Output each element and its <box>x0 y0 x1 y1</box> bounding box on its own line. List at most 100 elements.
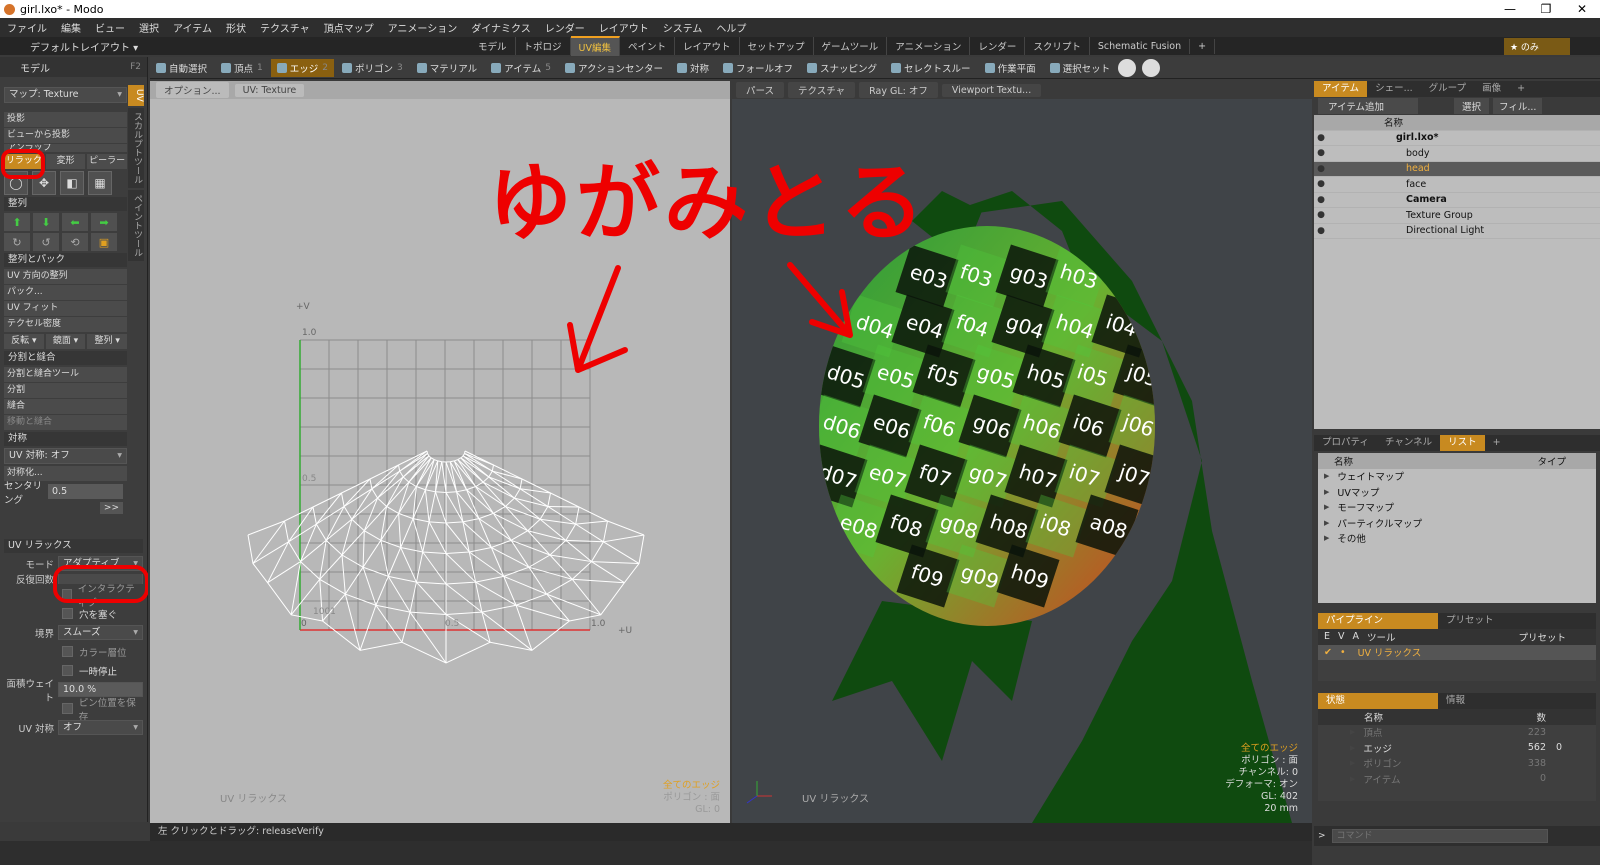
work-plane-button[interactable]: 作業平面 <box>979 59 1042 77</box>
origin-tick: 0 <box>301 619 307 629</box>
close-button[interactable]: ✕ <box>1564 0 1600 18</box>
eye-icon[interactable]: ● <box>1314 226 1328 236</box>
select-through-button[interactable]: セレクトスルー <box>885 59 977 77</box>
list-item-morph-map[interactable]: ▶ モーフマップ <box>1318 500 1596 516</box>
maximize-button[interactable]: ❐ <box>1528 0 1564 18</box>
mesh-edge <box>424 489 430 522</box>
edge-mode-button[interactable]: エッジ 2 <box>270 58 335 77</box>
tab-preset[interactable]: プリセット <box>1438 613 1502 629</box>
stats-row[interactable]: ▶ ポリゴン 338 <box>1318 756 1596 772</box>
tab-layout[interactable]: レイアウト <box>675 37 740 55</box>
tab-model[interactable]: モデル <box>470 37 516 55</box>
list-item-particle-map[interactable]: ▶ パーティクルマップ <box>1318 515 1596 531</box>
tab-properties[interactable]: プロパティ <box>1314 435 1377 451</box>
tree-row[interactable]: ● head <box>1314 161 1600 177</box>
select-button[interactable]: 選択 <box>1454 98 1490 114</box>
item-mode-button[interactable]: アイテム 5 <box>485 59 557 77</box>
command-input[interactable] <box>1331 829 1548 843</box>
action-center-button[interactable]: アクションセンター <box>559 59 669 77</box>
items-tabs: アイテム シェー... グループ 画像 + <box>1314 81 1600 97</box>
tab-channels[interactable]: チャンネル <box>1377 435 1440 451</box>
tree-row-label: girl.lxo* <box>1396 132 1439 144</box>
tab-render[interactable]: レンダー <box>970 37 1026 55</box>
tab-uv-edit[interactable]: UV編集 <box>570 36 620 56</box>
filter-button[interactable]: フィル... <box>1493 98 1543 114</box>
material-mode-button[interactable]: マテリアル <box>411 59 483 77</box>
polygon-mode-button[interactable]: ポリゴン 3 <box>336 59 409 77</box>
stats-row[interactable]: ▶ エッジ 562 0 <box>1318 740 1596 756</box>
vp-overlay-gl: GL: 402 <box>1260 791 1298 802</box>
symmetry-button[interactable]: 対称 <box>671 59 715 77</box>
add-item-dropdown[interactable]: アイテム追加 <box>1318 98 1418 114</box>
tab-images[interactable]: 画像 <box>1474 81 1509 97</box>
menu-edit[interactable]: 編集 <box>54 20 88 35</box>
tab-topology[interactable]: トポロジ <box>516 37 571 55</box>
tab-state[interactable]: 状態 <box>1318 693 1438 709</box>
list-item-uv-map[interactable]: ▶ UVマップ <box>1318 484 1596 500</box>
tab-paint[interactable]: ペイント <box>620 37 675 55</box>
tree-row[interactable]: ● Texture Group <box>1314 208 1600 224</box>
menu-system[interactable]: システム <box>656 20 710 35</box>
list-item-weight-map[interactable]: ▶ ウェイトマップ <box>1318 469 1596 485</box>
add-tab-button[interactable]: + <box>1190 38 1216 54</box>
v-tick-1: 1.0 <box>302 328 317 338</box>
list-item-other[interactable]: ▶ その他 <box>1318 531 1596 547</box>
tab-script[interactable]: スクリプト <box>1025 37 1090 55</box>
tree-row[interactable]: ● girl.lxo* <box>1314 131 1600 146</box>
eye-icon[interactable]: ● <box>1314 164 1328 174</box>
eye-icon[interactable]: ● <box>1314 179 1328 189</box>
tab-game-tools[interactable]: ゲームツール <box>814 37 888 55</box>
tab-schematic-fusion[interactable]: Schematic Fusion <box>1090 38 1191 54</box>
menu-item[interactable]: アイテム <box>166 20 219 35</box>
unreal-icon[interactable] <box>1142 58 1161 77</box>
menu-file[interactable]: ファイル <box>0 20 54 35</box>
falloff-button[interactable]: フォールオフ <box>717 59 799 77</box>
tree-row[interactable]: ● Directional Light <box>1314 224 1600 239</box>
tab-info[interactable]: 情報 <box>1438 693 1473 709</box>
unity-icon[interactable] <box>1118 58 1137 77</box>
stats-row[interactable]: ▶ アイテム 0 <box>1318 771 1596 787</box>
mesh-edge <box>547 505 580 508</box>
tab-groups[interactable]: グループ <box>1421 81 1474 97</box>
tree-row[interactable]: ● face <box>1314 177 1600 193</box>
tab-add-props[interactable]: + <box>1485 435 1509 451</box>
pipeline-row-uv-relax[interactable]: ✔ • UV リラックス <box>1318 644 1596 660</box>
vp-overlay-deformers: デフォーマ: オン <box>1225 779 1298 790</box>
stats-name: アイテム <box>1363 774 1401 786</box>
stats-count: 223 <box>1527 726 1546 738</box>
vertex-mode-button[interactable]: 頂点 1 <box>215 59 269 77</box>
stats-row[interactable]: ▶ 頂点 223 <box>1318 725 1596 741</box>
menu-view[interactable]: ビュー <box>88 20 132 35</box>
stats-count: 338 <box>1527 757 1546 769</box>
tree-row[interactable]: ● Camera <box>1314 193 1600 208</box>
menu-select[interactable]: 選択 <box>132 20 166 35</box>
menu-render[interactable]: レンダー <box>538 20 592 35</box>
minimize-button[interactable]: — <box>1492 0 1528 18</box>
menu-layout[interactable]: レイアウト <box>592 20 656 35</box>
eye-icon[interactable]: ● <box>1314 133 1328 143</box>
selection-set-button[interactable]: 選択セット <box>1044 59 1117 77</box>
tree-row[interactable]: ● body <box>1314 146 1600 162</box>
tab-list[interactable]: リスト <box>1440 435 1485 451</box>
favorites-only-toggle[interactable]: ★ のみ <box>1504 37 1570 55</box>
stats-name: エッジ <box>1363 743 1392 755</box>
eye-icon[interactable]: ● <box>1314 210 1328 220</box>
eye-icon[interactable]: ● <box>1314 148 1328 158</box>
tab-shader[interactable]: シェー... <box>1367 81 1421 97</box>
menu-geometry[interactable]: 形状 <box>219 20 253 35</box>
menu-animation[interactable]: アニメーション <box>381 20 465 35</box>
layout-dropdown[interactable]: デフォルトレイアウト ▾ <box>0 39 470 54</box>
menu-dynamics[interactable]: ダイナミクス <box>464 20 538 35</box>
snapping-button[interactable]: スナッピング <box>801 59 883 77</box>
auto-select-button[interactable]: 自動選択 <box>150 59 213 77</box>
tab-items[interactable]: アイテム <box>1314 81 1368 97</box>
snapping-icon <box>807 62 818 73</box>
menu-vertex-map[interactable]: 頂点マップ <box>317 20 381 35</box>
menu-help[interactable]: ヘルプ <box>709 20 753 35</box>
tab-add[interactable]: + <box>1509 81 1533 97</box>
tab-setup[interactable]: セットアップ <box>740 37 814 55</box>
tab-pipeline[interactable]: パイプライン <box>1318 613 1438 629</box>
eye-icon[interactable]: ● <box>1314 195 1328 205</box>
tab-animation[interactable]: アニメーション <box>887 37 971 55</box>
menu-texture[interactable]: テクスチャ <box>253 20 317 35</box>
